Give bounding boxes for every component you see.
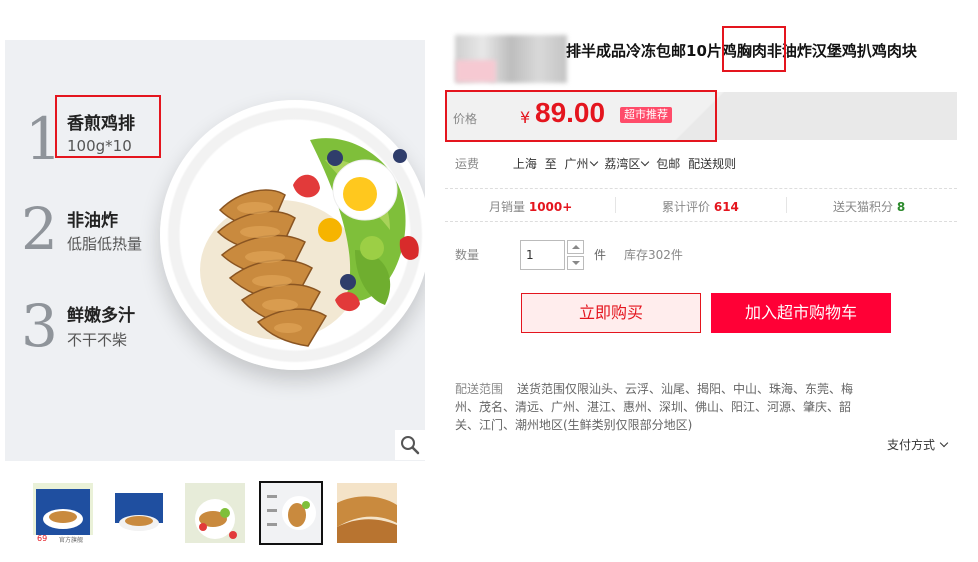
delivery-label: 配送范围 (455, 382, 504, 396)
thumbnail-feature-plate[interactable] (259, 481, 323, 545)
thumb-caption: 官方旗舰 (59, 537, 84, 543)
tmall-points-value: 8 (896, 200, 906, 214)
thumbnail-package-box[interactable] (109, 483, 169, 543)
quantity-input[interactable] (520, 240, 565, 270)
delivery-range: 配送范围 送货范围仅限汕头、云浮、汕尾、揭阳、中山、珠海、东莞、梅州、茂名、清远、… (455, 380, 860, 434)
payment-label: 支付方式 (887, 438, 936, 452)
thumbnail-chicken-closeup[interactable] (337, 483, 397, 543)
shipping-row: 运费 上海 至 广州 荔湾区 包邮 配送规则 (455, 155, 736, 172)
payment-method-toggle[interactable]: 支付方式 (887, 436, 951, 453)
monthly-sales-value: 1000+ (528, 200, 573, 214)
thumb-price-badge: 69 (37, 534, 48, 543)
tmall-points-label: 送天猫积分 (833, 200, 894, 214)
review-count-label: 累计评价 (662, 200, 711, 214)
arrow-up-icon (572, 245, 580, 249)
feature-title-3: 鲜嫩多汁 (67, 306, 135, 326)
divider (786, 197, 787, 213)
thumbnail-salad-plate[interactable] (185, 483, 245, 543)
review-count-value: 614 (713, 200, 739, 214)
plate-image (160, 100, 425, 370)
highlight-box-price (445, 90, 717, 142)
shipping-district: 荔湾区 (604, 157, 641, 171)
chicken-closeup-image (337, 483, 397, 543)
highlight-box-title (722, 26, 786, 72)
quantity-label: 数量 (455, 248, 480, 262)
quantity-increase-button[interactable] (567, 240, 584, 254)
feature-number-3: 3 (21, 292, 58, 360)
chicken-salad-illustration (200, 138, 419, 347)
review-count[interactable]: 累计评价 614 (662, 198, 739, 215)
shipping-rules-link[interactable]: 配送规则 (688, 157, 736, 171)
quantity-unit: 件 (594, 248, 607, 262)
main-product-image[interactable]: 1 香煎鸡排 100g*10 2 非油炸 低脂低热量 3 鲜嫩多汁 不干不柴 (5, 40, 425, 461)
monthly-sales-label: 月销量 (489, 200, 526, 214)
chevron-down-icon (939, 438, 949, 448)
shipping-district-select[interactable]: 荔湾区 (604, 157, 652, 171)
shipping-city: 广州 (564, 157, 589, 171)
shipping-to-word: 至 (544, 157, 557, 171)
magnifier-icon[interactable] (395, 430, 425, 460)
blurred-title-badge (456, 60, 496, 82)
feature-subtitle-2: 低脂低热量 (67, 235, 143, 253)
package-box-image (109, 483, 169, 543)
buy-now-button[interactable]: 立即购买 (521, 293, 701, 333)
shipping-origin: 上海 (512, 157, 537, 171)
highlight-box-feature-1 (55, 95, 161, 158)
sales-stats: 月销量 1000+ 累计评价 614 送天猫积分 8 (445, 188, 957, 222)
thumbnail-package-front[interactable]: 69 官方旗舰 (33, 483, 93, 543)
tmall-points: 送天猫积分 8 (833, 198, 905, 215)
arrow-down-icon (572, 261, 580, 265)
monthly-sales: 月销量 1000+ (489, 198, 572, 215)
stock-count: 库存302件 (624, 248, 683, 262)
feature-title-2: 非油炸 (67, 211, 118, 231)
feature-plate-image (261, 483, 321, 543)
shipping-free: 包邮 (656, 157, 681, 171)
chevron-down-icon (589, 157, 598, 167)
shipping-city-select[interactable]: 广州 (565, 157, 601, 171)
shipping-label: 运费 (455, 157, 480, 171)
feature-subtitle-3: 不干不柴 (67, 331, 128, 349)
divider (615, 197, 616, 213)
add-to-cart-button[interactable]: 加入超市购物车 (711, 293, 891, 333)
chevron-down-icon (641, 157, 650, 167)
quantity-decrease-button[interactable] (567, 256, 584, 270)
delivery-text: 送货范围仅限汕头、云浮、汕尾、揭阳、中山、珠海、东莞、梅州、茂名、清远、广州、湛… (455, 382, 854, 432)
salad-plate-image (185, 483, 245, 543)
feature-number-2: 2 (21, 195, 58, 263)
